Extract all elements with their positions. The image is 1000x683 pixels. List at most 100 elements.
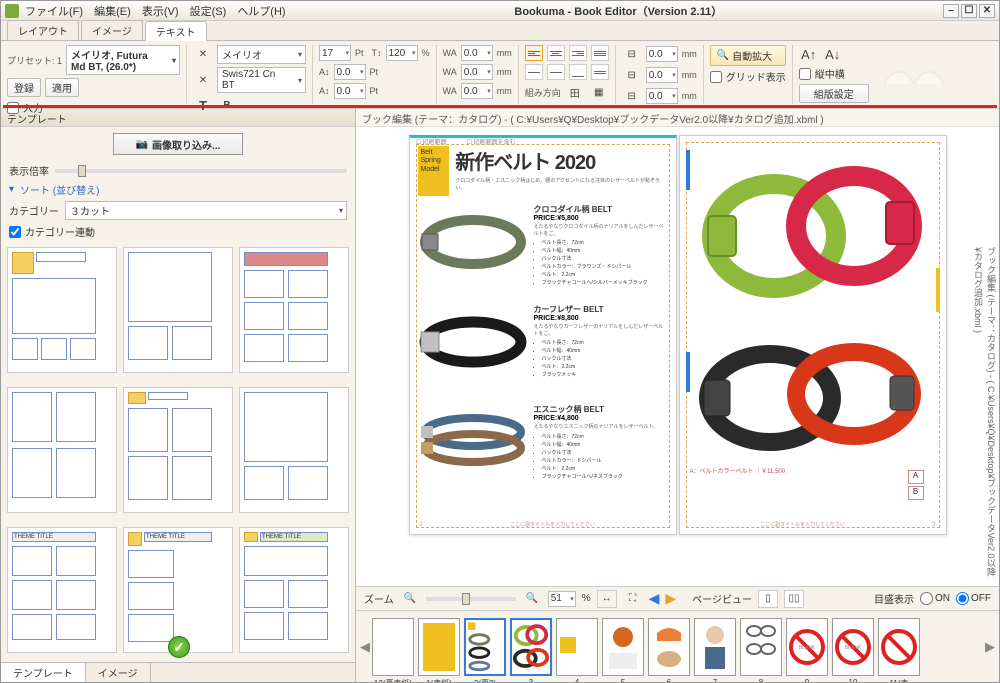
register-button[interactable]: 登録 [7,78,41,97]
line-height-field[interactable]: 120 [386,45,418,61]
ruler-on-radio[interactable]: ON [920,592,950,605]
tab-layout[interactable]: レイアウト [7,20,79,40]
category-link-checkbox[interactable] [9,226,21,238]
superscript-icon[interactable]: A↑ [799,45,819,63]
template-thumb[interactable] [123,387,233,513]
zoom-value-field[interactable]: 51 [548,591,576,607]
page-thumb[interactable] [740,618,782,676]
sort-toggle[interactable]: ▾ ソート (並び替え) [9,182,347,197]
menu-file[interactable]: ファイル(F) [25,6,83,18]
font-secondary-dropdown[interactable]: Swis721 Cn BT [217,67,306,93]
kerning2-field[interactable]: 0.0 [334,83,366,99]
zoom-slider[interactable] [426,597,516,601]
next-page-icon[interactable]: ▶ [665,590,676,607]
page-left[interactable]: ☐ 印刷範囲 ☐ 印刷範囲を含む Belt Spring Model 新作ベルト… [409,135,677,535]
image-import-button[interactable]: 📷 画像取り込み... [113,133,243,155]
bottom-tab-template[interactable]: テンプレート [1,663,86,682]
app-icon [5,4,19,18]
font-family-dropdown[interactable]: メイリオ [217,45,306,64]
template-thumb[interactable] [123,247,233,373]
valign-eq-icon[interactable] [591,64,609,80]
menu-settings[interactable]: 設定(S) [190,6,227,18]
font-main-dropdown[interactable]: メイリオ, Futura Md BT, (26.0*) [66,45,180,75]
valign-mid-icon[interactable] [547,64,565,80]
direction-h-icon[interactable]: 田 [565,83,585,101]
grid-checkbox[interactable] [710,71,722,83]
page-thumb[interactable] [648,618,690,676]
mb-unit: mm [682,70,697,80]
spread-page-icon[interactable]: ▯▯ [784,590,804,608]
clear-format-icon[interactable]: ✕ [193,46,213,64]
template-thumb[interactable] [7,247,117,373]
page-thumb[interactable] [694,618,736,676]
zoom-in-icon[interactable]: 🔍 [522,590,542,608]
template-thumb[interactable] [239,387,349,513]
align-justify-icon[interactable] [591,45,609,61]
font-color-icon[interactable]: T [193,96,213,114]
tab-text[interactable]: テキスト [145,21,207,41]
margin-bot-icon[interactable]: ⊟ [622,66,642,84]
scale-slider[interactable] [55,169,347,173]
page-thumb[interactable]: BLANK [786,618,828,676]
menu-help[interactable]: ヘルプ(H) [237,6,285,18]
category-dropdown[interactable]: ３カット [65,201,347,220]
prev-page-icon[interactable]: ◀ [649,590,660,607]
page-thumb-current[interactable] [464,618,506,676]
margin-bot-field[interactable]: 0.0 [646,67,678,83]
tab-image[interactable]: イメージ [81,20,143,40]
align-left-icon[interactable] [525,45,543,61]
page-thumb[interactable] [372,618,414,676]
template-thumb[interactable]: THEME TITLE [239,527,349,653]
wa3-unit: mm [497,86,512,96]
margin-top-field[interactable]: 0.0 [646,46,678,62]
product-price-1: PRICE:¥5,800 [534,215,668,222]
category-link-label: カテゴリー連動 [25,224,95,239]
product-bullets-2: ベルト長さ：72cmベルト幅：40mmバックル寸法ベルト：2.2cmブラックメッ… [534,339,668,378]
maximize-button[interactable]: ☐ [961,4,977,18]
page-thumb[interactable] [878,618,920,676]
bottom-tab-image[interactable]: イメージ [86,663,151,682]
margin-lr-field[interactable]: 0.0 [646,88,678,104]
font-size-field[interactable]: 17 [319,45,351,61]
page-thumb[interactable] [602,618,644,676]
template-thumb[interactable] [7,387,117,513]
valign-bot-icon[interactable] [569,64,587,80]
svg-text:BLANK: BLANK [799,645,816,651]
wa-field[interactable]: 0.0 [461,45,493,61]
ruler-off-radio[interactable]: OFF [956,592,991,605]
page-thumb[interactable] [556,618,598,676]
clear-format2-icon[interactable]: ✕ [193,71,213,89]
template-thumb[interactable]: THEME TITLE [7,527,117,653]
kerning-field[interactable]: 0.0 [334,64,366,80]
close-button[interactable]: ✕ [979,4,995,18]
spread-image-bottom [694,332,924,462]
subscript-icon[interactable]: A↓ [823,45,843,63]
template-thumb[interactable] [239,247,349,373]
valign-top-icon[interactable] [525,64,543,80]
menu-view[interactable]: 表示(V) [142,6,179,18]
auto-expand-button[interactable]: 🔍自動拡大 [710,45,786,66]
direction-v-icon[interactable]: ▦ [589,83,609,101]
minimize-button[interactable]: – [943,4,959,18]
align-right-icon[interactable] [569,45,587,61]
margin-lr-icon[interactable]: ⊟ [622,87,642,105]
page-thumb[interactable]: BLANK [832,618,874,676]
align-center-icon[interactable] [547,45,565,61]
wa3-field[interactable]: 0.0 [461,83,493,99]
zoom-out-icon[interactable]: 🔍 [400,590,420,608]
apply-button[interactable]: 適用 [45,78,79,97]
page-thumb-current[interactable] [510,618,552,676]
page-right[interactable]: A：ベルトカラーベルト ｜￥11,500 A B 3 ここに副タイトルを入力して… [679,135,947,535]
page-thumb[interactable] [418,618,460,676]
single-page-icon[interactable]: ▯ [758,590,778,608]
thumbs-next-icon[interactable]: ▶ [985,639,995,655]
footer-prompt-r: ここに副タイトルを入力してください [690,521,916,528]
margin-top-icon[interactable]: ⊟ [622,45,642,63]
template-thumb-selected[interactable]: THEME TITLE ✓ [123,527,233,653]
fit-page-icon[interactable]: ⛶ [623,590,643,608]
wa2-field[interactable]: 0.0 [461,64,493,80]
menu-edit[interactable]: 編集(E) [94,6,131,18]
thumbs-prev-icon[interactable]: ◀ [360,639,370,655]
tatechuyoko-checkbox[interactable] [799,68,811,80]
fit-width-icon[interactable]: ↔ [597,590,617,608]
